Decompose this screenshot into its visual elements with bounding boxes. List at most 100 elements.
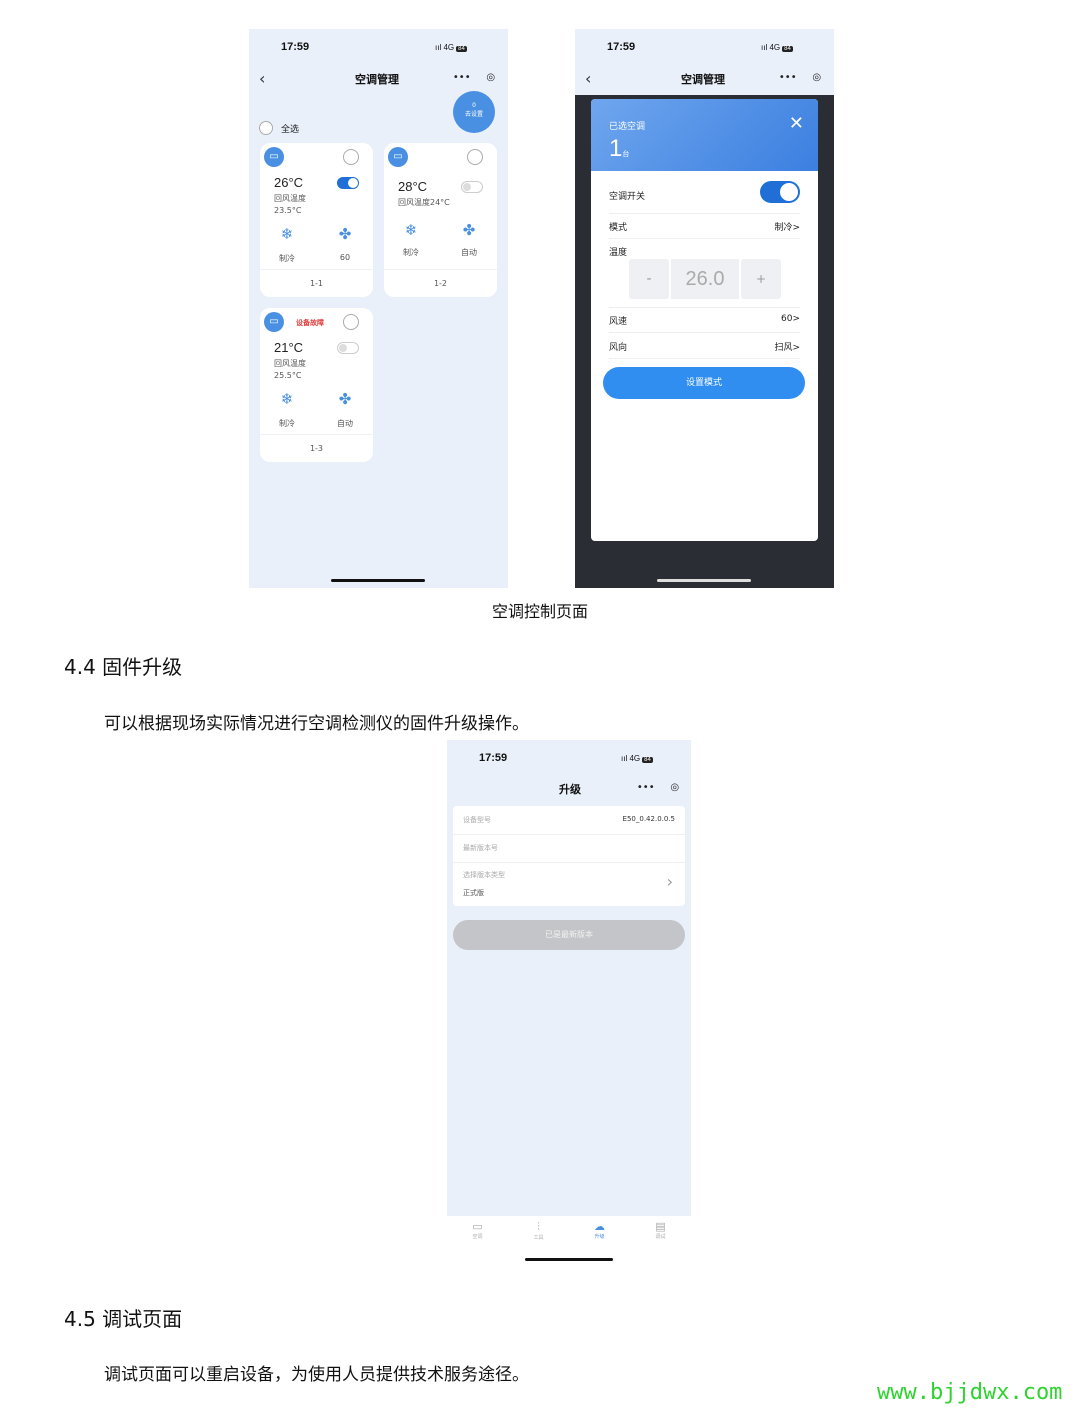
temperature-label: 温度 (609, 248, 628, 258)
battery-icon: 84 (456, 46, 467, 52)
mode-label: 制冷 (403, 248, 419, 257)
section-text-4-5: 调试页面可以重启设备，为使用人员提供技术服务途径。 (104, 1365, 529, 1385)
home-indicator (331, 579, 425, 582)
tools-tab-icon: ⫶ (537, 1220, 540, 1233)
status-signal: ııl 4G 84 (621, 754, 653, 763)
snowflake-icon: ❄ (280, 225, 294, 243)
power-toggle[interactable] (760, 181, 800, 203)
divider (260, 269, 373, 270)
status-time: 17:59 (607, 41, 636, 53)
select-all-label: 全选 (281, 125, 300, 135)
mini-program-capsule[interactable]: ••• ◎ (445, 67, 503, 87)
settings-modal: 已选空调 1台 ✕ 空调开关 模式 制冷> 温度 - 26.0 + 风速 60> 风… (591, 99, 818, 541)
latest-version-label: 最新版本号 (463, 844, 498, 852)
status-signal: ııl 4G 84 (435, 43, 467, 52)
phone-screenshot-ac-settings: 17:59 ııl 4G 84 ‹ 空调管理 ••• ◎ 已选空调 1台 ✕ 空调… (575, 29, 834, 588)
divider (384, 269, 497, 270)
home-indicator (657, 579, 751, 582)
status-signal: ııl 4G 84 (761, 43, 793, 52)
power-toggle[interactable] (337, 342, 359, 354)
return-air-temp: 回风温度24°C (398, 198, 450, 207)
select-all-checkbox[interactable] (259, 121, 273, 135)
card-checkbox[interactable] (343, 314, 359, 330)
air-conditioner-icon: ▭ (264, 147, 284, 167)
fan-speed-label: 60 (339, 253, 351, 262)
fan-speed-label: 自动 (337, 419, 353, 428)
tab-ac[interactable]: ▭ 空调 (447, 1216, 508, 1265)
fan-speed-row[interactable]: 风速 60> (609, 314, 800, 327)
page-title: 升级 (559, 783, 581, 796)
ac-card-1-1[interactable]: ▭ 26°C 回风温度 23.5°C ❄ ✤ 制冷 60 1-1 (260, 143, 373, 297)
power-toggle[interactable] (461, 181, 483, 193)
ac-number: 1-3 (309, 444, 324, 453)
close-circle-icon[interactable]: ◎ (812, 72, 821, 83)
battery-icon: 84 (642, 757, 653, 763)
return-air-temp: 回风温度 23.5°C (274, 194, 306, 215)
mini-program-capsule[interactable]: ••• ◎ (629, 777, 687, 797)
fan-icon: ✤ (462, 221, 476, 239)
version-type-label: 选择版本类型 (463, 871, 505, 879)
back-icon[interactable]: ‹ (259, 69, 265, 88)
temperature-stepper: - 26.0 + (629, 259, 781, 299)
section-heading-4-5: 4.5 调试页面 (64, 1307, 183, 1331)
swing-row[interactable]: 风向 扫风> (609, 340, 800, 353)
watermark: www.bjjdwx.com (877, 1380, 1063, 1405)
upgrade-button[interactable]: 已是最新版本 (453, 920, 685, 950)
version-type-row[interactable]: 选择版本类型 正式版 › (453, 862, 685, 906)
card-checkbox[interactable] (467, 149, 483, 165)
page-title: 空调管理 (681, 73, 725, 86)
ac-number: 1-1 (309, 279, 324, 288)
fan-speed-label: 自动 (461, 248, 477, 257)
snowflake-icon: ❄ (280, 390, 294, 408)
version-type-value: 正式版 (463, 889, 484, 897)
close-circle-icon[interactable]: ◎ (670, 782, 679, 793)
section-heading-4-4: 4.4 固件升级 (64, 655, 183, 679)
air-conditioner-icon: ▭ (388, 147, 408, 167)
cloud-upgrade-icon: ☁ (594, 1220, 605, 1233)
close-circle-icon[interactable]: ◎ (486, 72, 495, 83)
back-icon[interactable]: ‹ (585, 69, 591, 88)
device-model-value: E50_0.42.0.0.5 (622, 815, 675, 823)
set-temperature: 28°C (398, 179, 428, 194)
set-temperature: 26°C (274, 175, 304, 190)
ac-number: 1-2 (433, 279, 448, 288)
upgrade-form: 设备型号 E50_0.42.0.0.5 最新版本号 选择版本类型 正式版 › (453, 806, 685, 906)
fan-icon: ✤ (338, 225, 352, 243)
ac-card-1-2[interactable]: ▭ 28°C 回风温度24°C ❄ ✤ 制冷 自动 1-2 (384, 143, 497, 297)
signal-icon: ııl (435, 43, 442, 52)
home-indicator (525, 1258, 613, 1261)
snowflake-icon: ❄ (404, 221, 418, 239)
debug-tab-icon: ▤ (655, 1220, 666, 1233)
more-icon[interactable]: ••• (453, 72, 471, 83)
minus-button[interactable]: - (629, 259, 669, 299)
phone-screenshot-ac-list: 17:59 ııl 4G 84 ‹ 空调管理 ••• ◎ 0 去设置 全选 ▭ 2… (249, 29, 508, 588)
battery-icon: 84 (782, 46, 793, 52)
card-checkbox[interactable] (343, 149, 359, 165)
status-time: 17:59 (281, 41, 310, 53)
selected-count: 1台 (609, 135, 630, 162)
section-text-4-4: 可以根据现场实际情况进行空调检测仪的固件升级操作。 (104, 714, 529, 734)
mode-label: 制冷 (279, 419, 295, 428)
page-title: 空调管理 (355, 73, 399, 86)
ac-card-1-3[interactable]: ▭ 设备故障 21°C 回风温度 25.5°C ❄ ✤ 制冷 自动 1-3 (260, 308, 373, 462)
ac-tab-icon: ▭ (472, 1220, 483, 1233)
divider (260, 434, 373, 435)
figure-caption: 空调控制页面 (492, 602, 589, 621)
mini-program-capsule[interactable]: ••• ◎ (771, 67, 829, 87)
temperature-value: 26.0 (671, 259, 739, 299)
phone-screenshot-upgrade: 17:59 ııl 4G 84 升级 ••• ◎ 设备型号 E50_0.42.0.… (447, 740, 691, 1265)
signal-icon: ııl (761, 43, 768, 52)
mode-row[interactable]: 模式 制冷> (609, 220, 800, 233)
fault-badge: 设备故障 (296, 319, 324, 327)
more-icon[interactable]: ••• (779, 72, 797, 83)
more-icon[interactable]: ••• (637, 782, 655, 793)
power-toggle[interactable] (337, 177, 359, 189)
plus-button[interactable]: + (741, 259, 781, 299)
air-conditioner-icon: ▭ (264, 312, 284, 332)
chevron-right-icon: › (666, 872, 673, 891)
go-settings-fab[interactable]: 0 去设置 (453, 91, 495, 133)
close-icon[interactable]: ✕ (789, 113, 804, 134)
fan-icon: ✤ (338, 390, 352, 408)
set-mode-button[interactable]: 设置模式 (603, 367, 805, 399)
tab-debug[interactable]: ▤ 调试 (630, 1216, 691, 1265)
